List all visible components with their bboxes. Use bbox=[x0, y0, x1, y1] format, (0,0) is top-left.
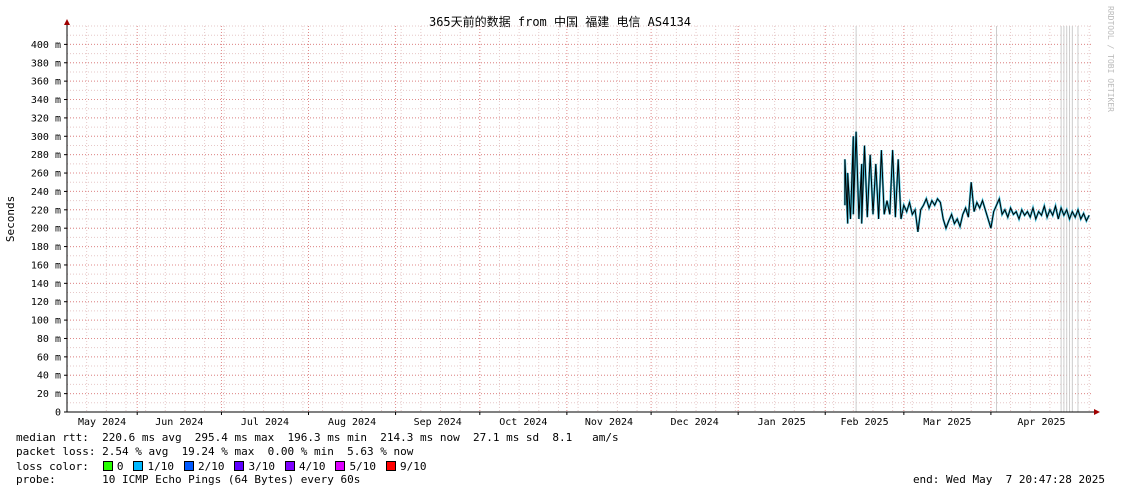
y-tick-label: 20 m bbox=[37, 389, 61, 400]
x-tick-label: Oct 2024 bbox=[499, 417, 547, 428]
x-tick-label: Feb 2025 bbox=[840, 417, 888, 428]
y-tick-label: 60 m bbox=[37, 352, 61, 363]
legend-swatch bbox=[234, 461, 245, 471]
y-tick-label: 140 m bbox=[31, 279, 61, 290]
y-axis-label: Seconds bbox=[4, 196, 17, 242]
legend-swatch bbox=[335, 461, 346, 471]
y-tick-label: 80 m bbox=[37, 334, 61, 345]
y-tick-label: 320 m bbox=[31, 113, 61, 124]
legend-swatch bbox=[133, 461, 144, 471]
legend-label: 3/10 bbox=[248, 459, 275, 473]
legend-swatch bbox=[385, 461, 396, 471]
y-tick-label: 200 m bbox=[31, 224, 61, 235]
x-tick-label: Nov 2024 bbox=[585, 417, 633, 428]
x-tick-label: Jan 2025 bbox=[758, 417, 806, 428]
loss-color-legend: loss color: 0 1/10 2/10 3/10 4/10 5/10 9/10 bbox=[16, 459, 432, 473]
y-axis-arrow bbox=[64, 19, 70, 25]
legend-label: 9/10 bbox=[399, 459, 427, 473]
y-tick-label: 400 m bbox=[31, 40, 61, 51]
y-tick-label: 0 bbox=[55, 408, 61, 419]
legend-item: 5/10 bbox=[331, 460, 376, 473]
legend-item: 2/10 bbox=[180, 459, 225, 473]
median-rtt-line: median rtt: 220.6 ms avg 295.4 ms max 19… bbox=[16, 431, 619, 444]
legend-label: 2/10 bbox=[197, 459, 225, 473]
y-tick-label: 40 m bbox=[37, 371, 61, 382]
y-tick-label: 380 m bbox=[31, 58, 61, 69]
legend-label: 5/10 bbox=[349, 459, 376, 473]
x-tick-label: Apr 2025 bbox=[1017, 417, 1065, 428]
tick-labels: 0 20 m 40 m 60 m 80 m 100 m 120 m 140 m 160 m 180… bbox=[31, 40, 1066, 428]
packet-loss-line: packet loss: 2.54 % avg 19.24 % max 0.00… bbox=[16, 445, 414, 458]
y-tick-label: 300 m bbox=[31, 132, 61, 143]
y-tick-label: 360 m bbox=[31, 77, 61, 88]
x-tick-label: Jun 2024 bbox=[155, 417, 203, 428]
legend-item: 9/10 bbox=[382, 459, 427, 473]
legend-label: 0 bbox=[116, 459, 124, 473]
probe-line: probe: 10 ICMP Echo Pings (64 Bytes) eve… bbox=[16, 473, 361, 486]
latency-chart: 365天前的数据 from 中国 福建 电信 AS4134 Seconds RR… bbox=[4, 6, 1115, 428]
y-tick-label: 340 m bbox=[31, 95, 61, 106]
watermark: RRDTOOL / TOBI OETIKER bbox=[1106, 6, 1115, 112]
y-tick-label: 220 m bbox=[31, 205, 61, 216]
x-tick-label: Jul 2024 bbox=[241, 417, 289, 428]
y-tick-label: 260 m bbox=[31, 169, 61, 180]
legend-swatch bbox=[284, 461, 295, 471]
legend-item: 3/10 bbox=[230, 460, 275, 473]
y-tick-label: 160 m bbox=[31, 260, 61, 271]
legend-swatch bbox=[183, 461, 194, 471]
y-tick-label: 180 m bbox=[31, 242, 61, 253]
y-tick-label: 120 m bbox=[31, 297, 61, 308]
x-tick-label: Dec 2024 bbox=[671, 417, 719, 428]
legend-item: 1/10 bbox=[129, 460, 174, 473]
axes bbox=[64, 19, 1100, 415]
x-tick-label: Aug 2024 bbox=[328, 417, 376, 428]
x-tick-label: Mar 2025 bbox=[923, 417, 971, 428]
x-axis-arrow bbox=[1094, 409, 1100, 415]
x-tick-label: May 2024 bbox=[78, 417, 126, 428]
end-time: end: Wed May 7 20:47:28 2025 bbox=[912, 473, 1105, 486]
loss-color-label: loss color: bbox=[16, 459, 89, 473]
y-tick-label: 280 m bbox=[31, 150, 61, 161]
grid bbox=[66, 25, 1092, 413]
y-tick-label: 100 m bbox=[31, 316, 61, 327]
chart-title: 365天前的数据 from 中国 福建 电信 AS4134 bbox=[429, 14, 691, 29]
legend-item: 0 bbox=[99, 459, 124, 473]
legend-swatch bbox=[102, 461, 113, 471]
legend-item: 4/10 bbox=[281, 459, 326, 473]
y-tick-label: 240 m bbox=[31, 187, 61, 198]
legend-label: 4/10 bbox=[298, 459, 326, 473]
legend-label: 1/10 bbox=[147, 459, 174, 473]
x-tick-label: Sep 2024 bbox=[414, 417, 462, 428]
